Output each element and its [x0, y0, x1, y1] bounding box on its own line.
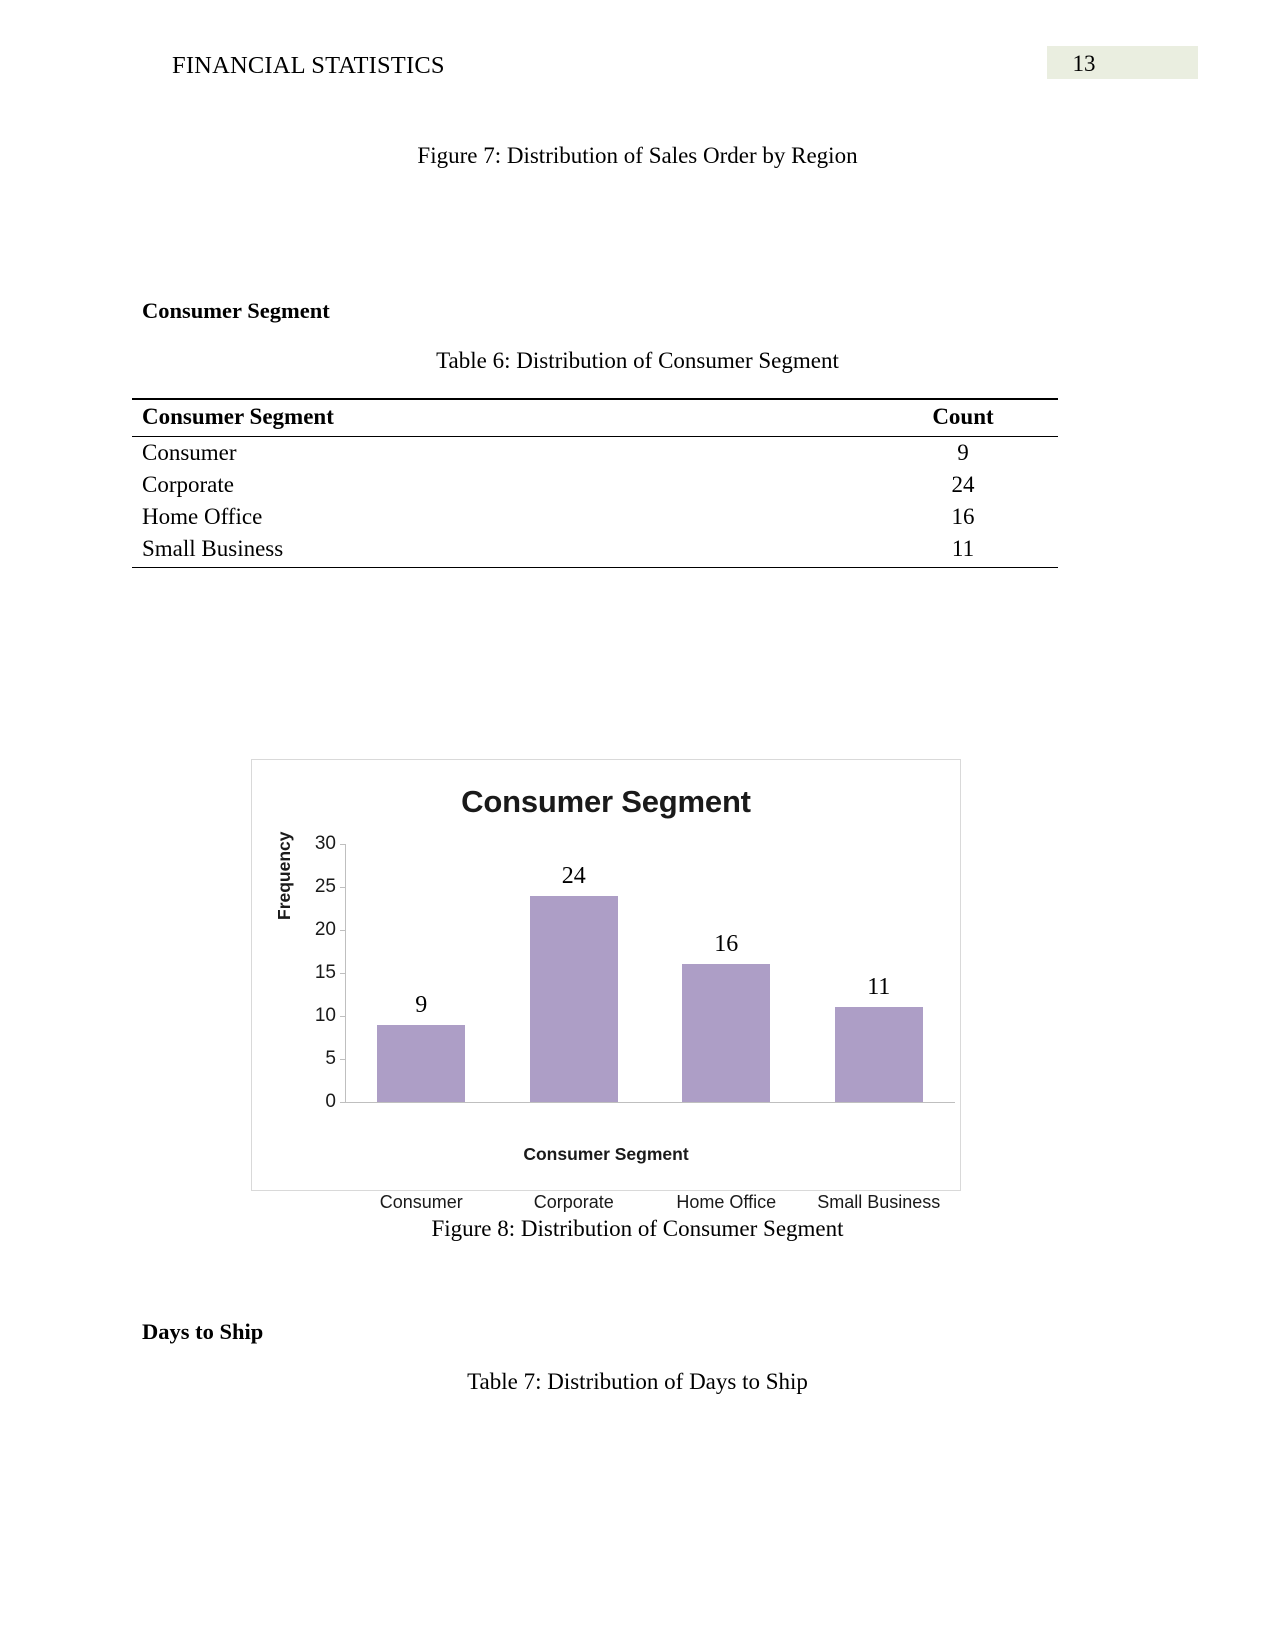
table-7-caption-text: Table 7: Distribution of Days to Ship [467, 1369, 808, 1394]
cell-segment: Small Business [132, 533, 868, 568]
page-number: 13 [1072, 51, 1096, 76]
section-heading-consumer-segment: Consumer Segment [142, 298, 330, 323]
chart-x-tick-label: Small Business [817, 1192, 941, 1212]
table-row: Consumer 9 [132, 437, 1058, 470]
chart-bar [834, 1007, 923, 1102]
cell-count: 9 [957, 440, 969, 465]
chart-y-axis-title: Frequency [274, 831, 294, 921]
cell-count: 11 [868, 533, 1058, 568]
page-header: FINANCIAL STATISTICS 13 [0, 46, 1275, 92]
consumer-segment-table: Consumer Segment Count Consumer 9 Corpor… [132, 398, 1058, 568]
cell-segment: Consumer [142, 440, 237, 465]
chart-y-tick-label: 0 [325, 1091, 336, 1112]
column-header-segment: Consumer Segment [132, 398, 868, 437]
chart-title: Consumer Segment [461, 784, 751, 819]
chart-x-tick-label: Corporate [533, 1192, 614, 1212]
cell-segment: Home Office [142, 504, 263, 529]
figure-7-caption-text: Figure 7: Distribution of Sales Order by… [417, 143, 858, 168]
chart-y-tick-label: 25 [314, 876, 336, 897]
chart-y-tick-label: 5 [325, 1048, 336, 1069]
chart-bar-group: 11 [803, 844, 956, 1102]
chart-bar-group: 16 [650, 844, 803, 1102]
table-row: Small Business 11 [132, 533, 1058, 568]
chart-bar-value-label: 9 [415, 991, 428, 1018]
table-row: Corporate 24 [132, 469, 1058, 501]
table-header-row: Consumer Segment Count [132, 398, 1058, 437]
chart-y-tick-label: 30 [314, 833, 336, 854]
chart-plot-area: 0 5 10 15 20 25 30 9 Consumer 24 Corporate 16 Home O… [315, 833, 956, 1212]
cell-segment: Corporate [142, 472, 234, 497]
chart-y-tick-mark [340, 1102, 345, 1103]
cell-count: 16 [951, 504, 975, 529]
chart-bar-value-label: 16 [714, 931, 739, 958]
chart-y-tick-label: 15 [314, 962, 336, 983]
column-header-count: Count [868, 398, 1058, 437]
chart-bar-value-label: 11 [867, 974, 891, 1001]
chart-bar-group: 9 [345, 844, 498, 1102]
chart-bar-value-label: 24 [561, 862, 586, 889]
chart-x-tick-label: Consumer [379, 1192, 463, 1212]
table-row: Home Office 16 [132, 501, 1058, 533]
section-heading-days-to-ship: Days to Ship [142, 1319, 264, 1344]
document-header-title: FINANCIAL STATISTICS [172, 52, 445, 79]
chart-bar-group: 24 [498, 844, 651, 1102]
table-header: Consumer Segment Count [132, 398, 1058, 437]
table-7-caption: Table 7: Distribution of Days to Ship [0, 1369, 1275, 1395]
chart-x-axis-title: Consumer Segment [523, 1144, 689, 1164]
chart-x-tick-label: Home Office [676, 1192, 777, 1212]
figure-7-caption: Figure 7: Distribution of Sales Order by… [0, 143, 1275, 169]
chart-bar [377, 1024, 466, 1102]
chart-bar [682, 964, 771, 1102]
table-body: Consumer 9 Corporate 24 Home Office 16 S… [132, 437, 1058, 568]
chart-y-tick-label: 20 [314, 919, 336, 940]
consumer-segment-bar-chart: Consumer Segment Frequency 0 5 10 15 20 25 30 9… [251, 759, 961, 1212]
chart-y-tick-label: 10 [314, 1005, 336, 1026]
cell-count: 24 [951, 472, 975, 497]
figure-8-caption-text: Figure 8: Distribution of Consumer Segme… [431, 1216, 844, 1241]
table-6-caption: Table 6: Distribution of Consumer Segmen… [0, 348, 1275, 374]
chart-x-axis-line [345, 1102, 955, 1103]
table-6-caption-text: Table 6: Distribution of Consumer Segmen… [436, 348, 839, 373]
chart-bar [529, 895, 618, 1102]
figure-8-caption: Figure 8: Distribution of Consumer Segme… [0, 1216, 1275, 1242]
